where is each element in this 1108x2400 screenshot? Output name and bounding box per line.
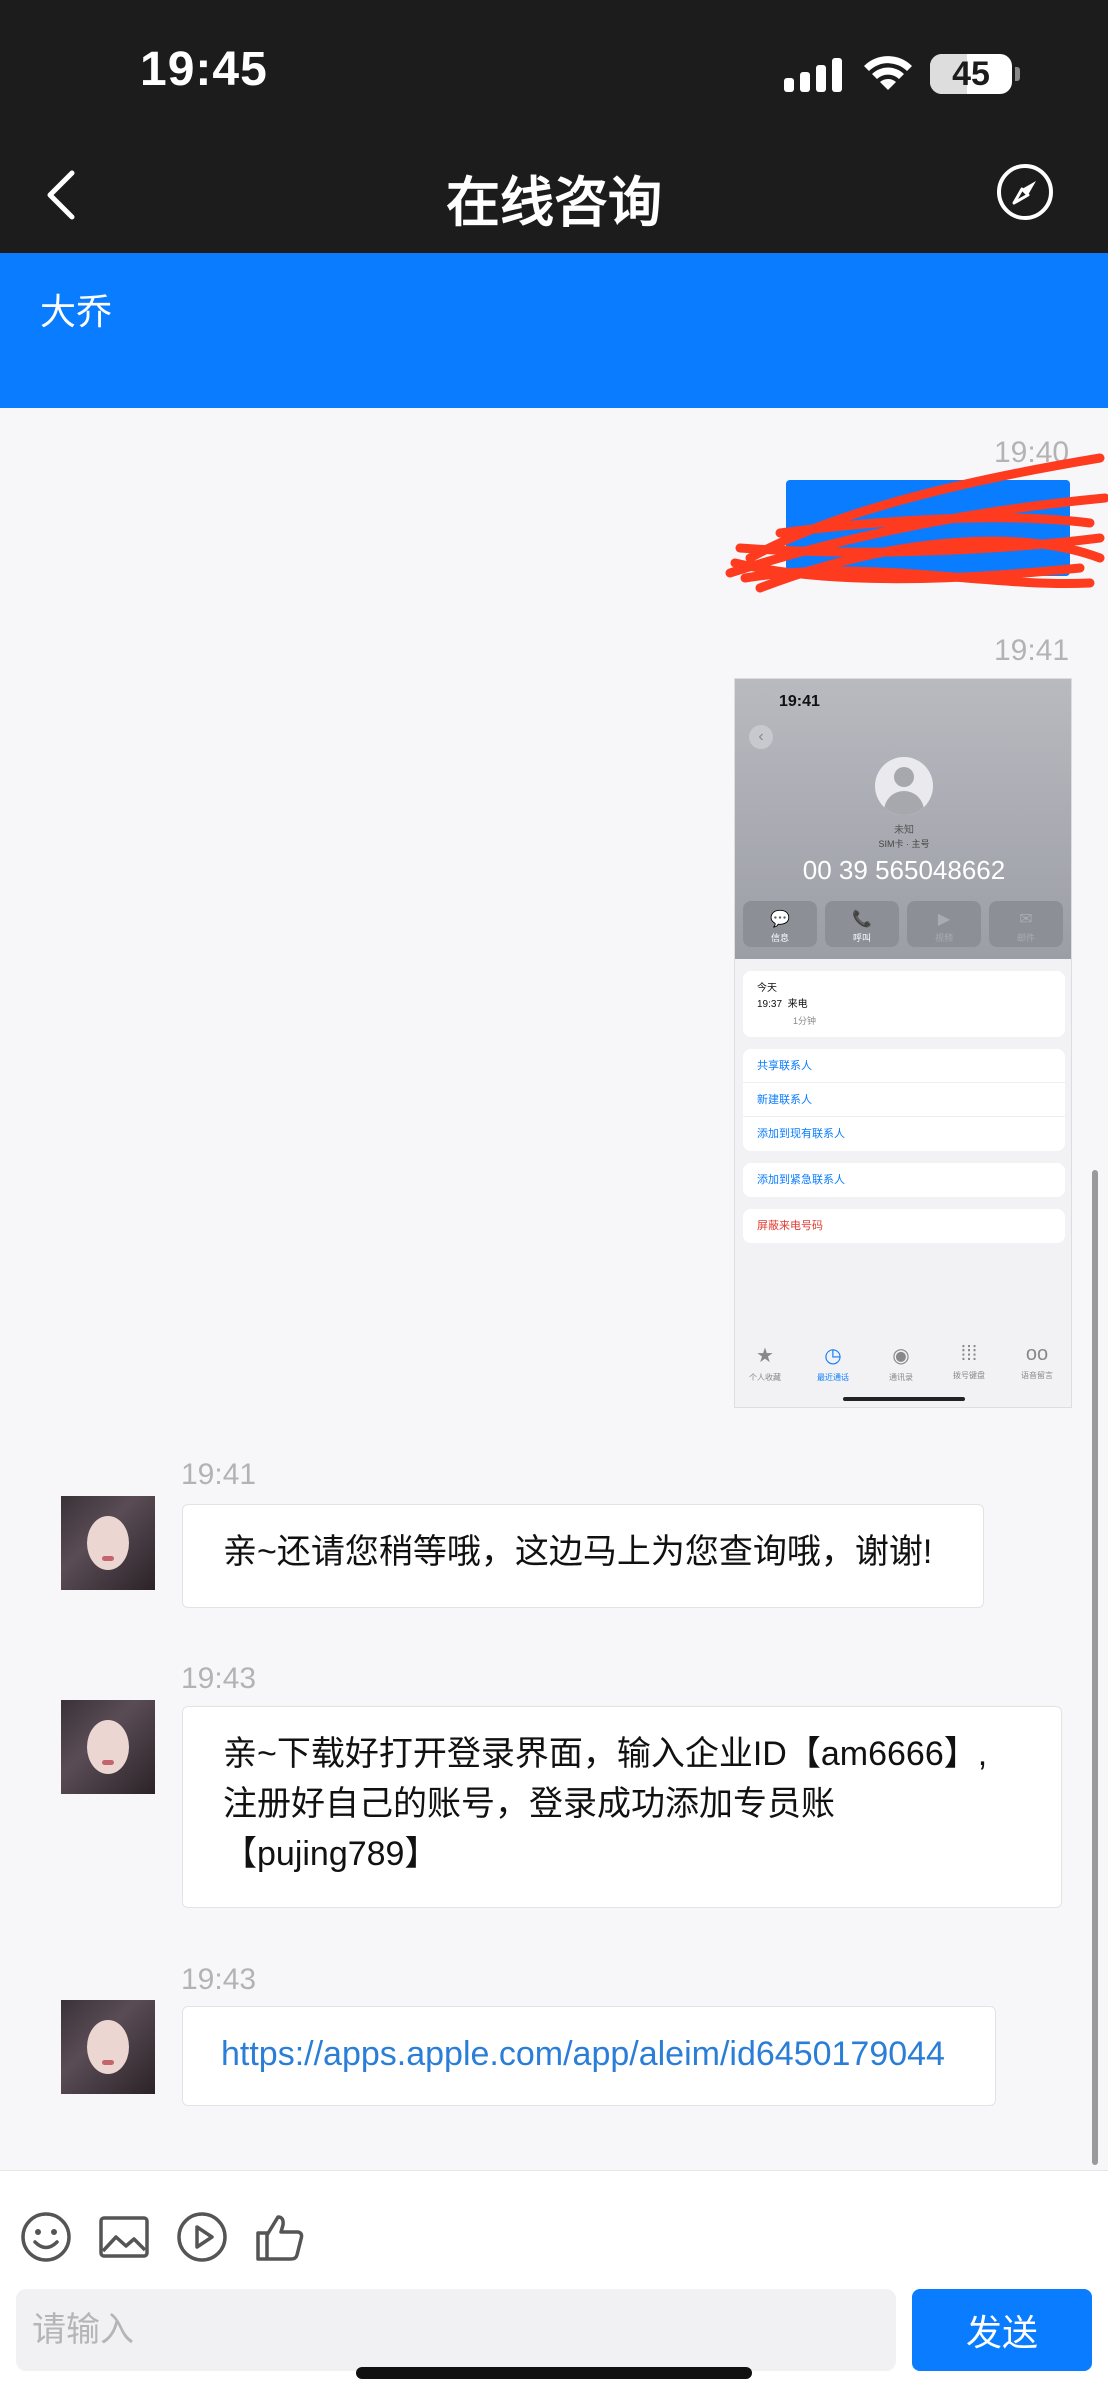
image-video-action: ▶ 视频: [907, 901, 981, 947]
message-text-line: 注册好自己的账号，登录成功添加专员账: [223, 1785, 835, 1823]
message-text: 亲~还请您稍等哦，这边马上为您查询哦，谢谢!: [223, 1533, 933, 1571]
message-time: 19:43: [181, 1662, 257, 1695]
image-message-action: 💬 信息: [743, 901, 817, 947]
chat-area[interactable]: 19:40 19:41 19:41 ‹ 未知 SIM卡 · 主号 00 39 5…: [0, 408, 1108, 2170]
battery-level: 45: [952, 55, 990, 93]
image-call-history: 今天 19:37 来电 1分钟: [743, 971, 1065, 1037]
image-phone-number: 00 39 565048662: [802, 855, 1006, 885]
send-button[interactable]: 发送: [912, 2289, 1092, 2371]
wifi-icon: [864, 56, 912, 90]
image-icon[interactable]: [96, 2209, 152, 2265]
message-input[interactable]: [16, 2289, 896, 2371]
image-time: 19:41: [779, 693, 820, 710]
image-call-action: 📞 呼叫: [825, 901, 899, 947]
thumbs-up-icon[interactable]: [252, 2209, 308, 2265]
image-action-row: 💬 信息 📞 呼叫 ▶ 视频 ✉ 邮件: [743, 901, 1065, 947]
image-menu-group: 屏蔽来电号码: [743, 1209, 1065, 1243]
message-link[interactable]: https://apps.apple.com/app/aleim/id64501…: [221, 2035, 945, 2073]
page-title: 在线咨询: [446, 173, 662, 233]
sent-image[interactable]: 19:41 ‹ 未知 SIM卡 · 主号 00 39 565048662 💬 信息…: [734, 678, 1072, 1408]
message-time: 19:41: [994, 634, 1070, 667]
received-message-bubble[interactable]: https://apps.apple.com/app/aleim/id64501…: [182, 2006, 996, 2106]
message-time: 19:43: [181, 1963, 257, 1996]
received-message-bubble[interactable]: 亲~下载好打开登录界面，输入企业ID【am6666】, 注册好自己的账号，登录成…: [182, 1706, 1062, 1908]
compass-icon[interactable]: [996, 163, 1054, 221]
image-sim-label: SIM卡 · 主号: [878, 839, 930, 849]
agent-avatar[interactable]: [61, 1496, 155, 1590]
image-tab-bar: ★ 个人收藏 ◷ 最近通话 ◉ 通讯录 ⁞⁞⁞ 拨号键盘 oo 语音留言: [749, 1343, 1053, 1382]
input-area: 发送: [0, 2170, 1108, 2400]
message-text-line: 亲~下载好打开登录界面，输入企业ID【am6666】,: [223, 1735, 988, 1773]
image-contact-avatar: [875, 757, 933, 815]
video-play-icon[interactable]: [174, 2209, 230, 2265]
home-indicator[interactable]: [356, 2367, 752, 2379]
agent-avatar[interactable]: [61, 2000, 155, 2094]
image-menu-group: 添加到紧急联系人: [743, 1163, 1065, 1197]
agent-avatar[interactable]: [61, 1700, 155, 1794]
message-time: 19:41: [181, 1458, 257, 1491]
signal-icon: [784, 56, 844, 92]
chat-scrollbar[interactable]: [1092, 1170, 1098, 2165]
status-bar: 19:45 45: [0, 0, 1108, 145]
image-back-icon: ‹: [749, 725, 773, 749]
received-message-bubble[interactable]: 亲~还请您稍等哦，这边马上为您查询哦，谢谢!: [182, 1504, 984, 1608]
image-mail-action: ✉ 邮件: [989, 901, 1063, 947]
battery-icon: 45: [930, 54, 1020, 94]
status-time: 19:45: [140, 43, 268, 96]
emoji-icon[interactable]: [18, 2209, 74, 2265]
agent-name: 大乔: [40, 291, 113, 332]
agent-header: 大乔: [0, 253, 1108, 408]
redaction-scribble: [725, 453, 1108, 593]
image-contact-label: 未知: [894, 825, 914, 836]
image-menu-group: 共享联系人 新建联系人 添加到现有联系人: [743, 1049, 1065, 1151]
message-text-line: 【pujing789】: [223, 1835, 439, 1873]
